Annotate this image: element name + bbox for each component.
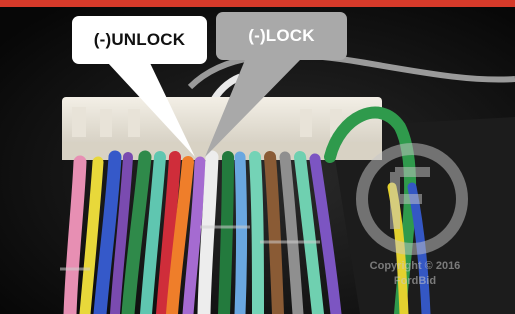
connector-latch xyxy=(128,109,140,137)
wiring-photo-frame: (-)UNLOCK (-)LOCK Copyright © 2016 FordB… xyxy=(0,0,515,314)
lock-callout: (-)LOCK xyxy=(216,12,347,60)
wire-lightblue xyxy=(234,151,247,314)
wire-mint xyxy=(249,151,264,314)
lock-callout-label: (-)LOCK xyxy=(248,26,315,45)
watermark-line-1: Copyright © 2016 xyxy=(369,260,461,272)
watermark-text: Copyright © 2016 FordBid xyxy=(340,259,490,289)
wire-darkgreen xyxy=(218,151,234,314)
connector-latch xyxy=(300,109,312,137)
connector-latch xyxy=(100,109,112,137)
wire-white xyxy=(197,150,219,314)
wire-brown xyxy=(264,151,284,314)
header-bar xyxy=(0,0,515,7)
unlock-callout: (-)UNLOCK xyxy=(72,16,207,64)
unlock-callout-label: (-)UNLOCK xyxy=(93,30,186,49)
connector-latch xyxy=(72,107,86,137)
watermark-line-2: FordBid xyxy=(393,275,437,287)
